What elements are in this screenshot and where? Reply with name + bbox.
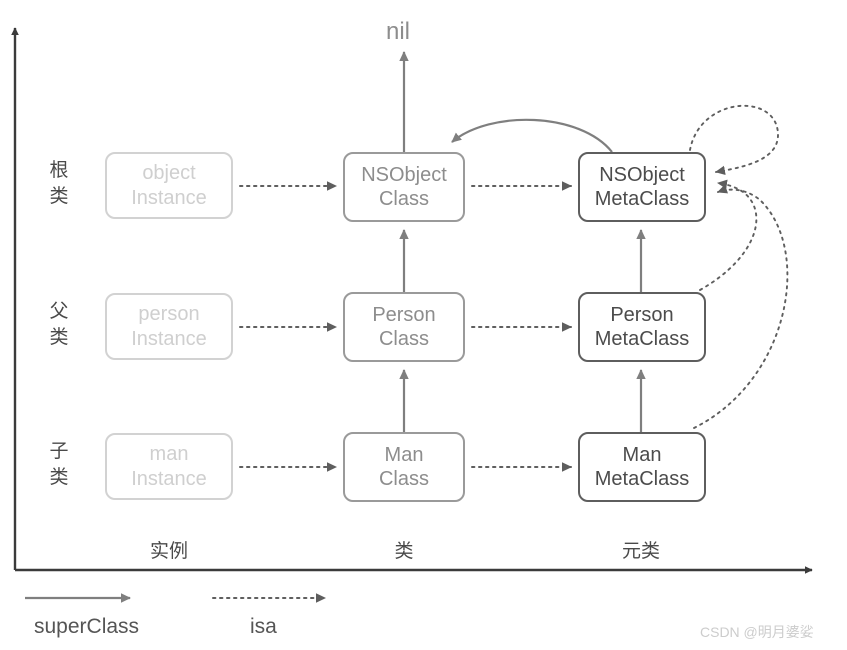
node-line-2: Class [378, 188, 429, 210]
node-line-2: Instance [131, 327, 207, 350]
node-line-2: MetaClass [594, 468, 690, 490]
node-line-2: MetaClass [594, 188, 690, 210]
node-person-instance[interactable]: person Instance [105, 293, 233, 360]
node-object-instance[interactable]: object Instance [105, 152, 233, 219]
node-nsobject-class[interactable]: NSObject Class [343, 152, 465, 222]
watermark: CSDN @明月婆娑 [700, 624, 814, 640]
node-line-2: Instance [131, 186, 207, 209]
row-label-parent-char-1: 父 [49, 301, 69, 322]
arrow-isa-manmeta-to-nsobjectmeta [693, 184, 789, 429]
column-label-metaclass: 元类 [621, 541, 660, 562]
node-line-1: man [149, 443, 189, 466]
node-line-2: Class [378, 328, 429, 350]
row-label-child: 子 类 [44, 439, 74, 490]
node-person-metaclass[interactable]: Person MetaClass [578, 292, 706, 362]
column-label-instance: 实例 [149, 541, 188, 562]
node-line-1: Person [372, 303, 436, 326]
row-label-child-char-1: 子 [49, 441, 69, 462]
node-man-instance[interactable]: man Instance [105, 433, 233, 500]
node-line-1: NSObject [599, 163, 685, 186]
node-nsobject-metaclass[interactable]: NSObject MetaClass [578, 152, 706, 222]
node-line-2: MetaClass [594, 328, 690, 350]
node-line-1: object [142, 162, 196, 185]
row-label-root: 根 类 [44, 158, 74, 209]
row-label-parent: 父 类 [44, 299, 74, 350]
node-line-2: Class [378, 468, 429, 490]
node-line-1: Person [610, 303, 674, 326]
nil-label: nil [386, 18, 411, 45]
arrow-isa-personmeta-to-nsobjectmeta [699, 179, 758, 291]
node-line-1: Man [622, 443, 662, 466]
row-label-parent-char-2: 类 [49, 326, 69, 348]
node-line-1: Man [384, 443, 424, 466]
node-line-1: NSObject [361, 163, 447, 186]
legend-label-isa: isa [250, 615, 277, 638]
node-line-2: Instance [131, 467, 207, 490]
node-line-1: person [138, 303, 200, 326]
column-label-class: 类 [394, 541, 414, 562]
node-man-metaclass[interactable]: Man MetaClass [578, 432, 706, 502]
node-person-class[interactable]: Person Class [343, 292, 465, 362]
row-label-root-char-2: 类 [49, 185, 69, 207]
diagram-canvas: object Instance person Instance man Inst… [0, 0, 847, 650]
row-label-root-char-1: 根 [49, 160, 69, 181]
arrow-superclass-nsobjectmeta-to-nsobjectclass [451, 118, 613, 153]
node-man-class[interactable]: Man Class [343, 432, 465, 502]
legend-label-superclass: superClass [34, 615, 140, 638]
row-label-child-char-2: 类 [49, 466, 69, 488]
